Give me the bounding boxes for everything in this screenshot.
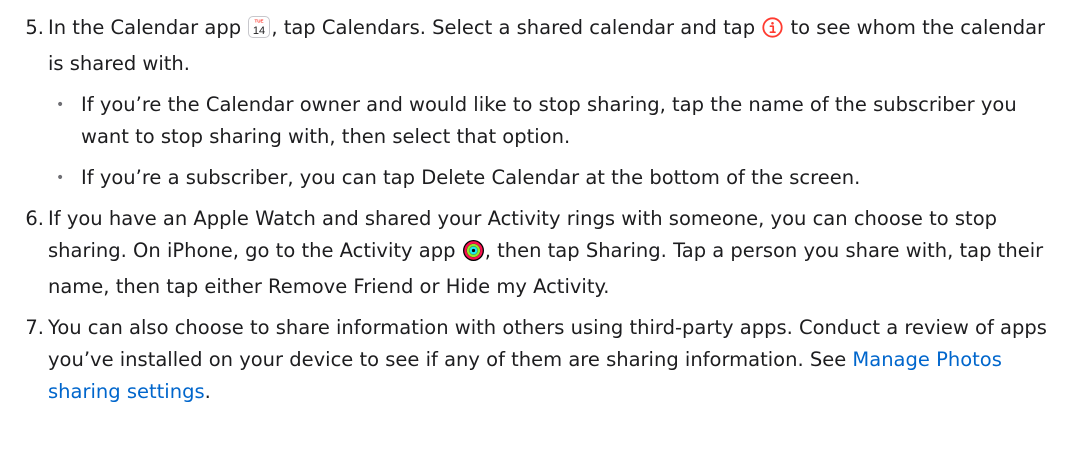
bullet-dot-icon: • bbox=[56, 97, 65, 113]
calendar-icon-day: TUE bbox=[255, 19, 264, 24]
step-number: 6. bbox=[25, 207, 44, 230]
step-5-text-part-2: , tap Calendars. Select a shared calenda… bbox=[271, 16, 756, 39]
activity-app-icon bbox=[462, 239, 484, 271]
step-7-text-part-2: . bbox=[204, 380, 211, 403]
step-text: If you have an Apple Watch and shared yo… bbox=[48, 203, 1048, 303]
calendar-icon-date: 14 bbox=[253, 25, 265, 37]
list-item: • If you’re the Calendar owner and would… bbox=[48, 89, 1048, 153]
instructions-document: 5. In the Calendar app TUE 14 , tap Cale… bbox=[0, 0, 1078, 408]
step-number: 5. bbox=[25, 16, 44, 39]
info-icon bbox=[762, 16, 783, 48]
list-item: • If you’re a subscriber, you can tap De… bbox=[48, 162, 1048, 194]
step-number: 7. bbox=[25, 316, 44, 339]
bullet-text: If you’re a subscriber, you can tap Dele… bbox=[81, 166, 861, 189]
calendar-app-icon: TUE 14 bbox=[248, 16, 271, 48]
bullet-text: If you’re the Calendar owner and would l… bbox=[81, 93, 1017, 148]
step-text: You can also choose to share information… bbox=[48, 312, 1048, 408]
step-5: 5. In the Calendar app TUE 14 , tap Cale… bbox=[14, 12, 1048, 194]
step-6: 6. If you have an Apple Watch and shared… bbox=[14, 203, 1048, 303]
step-7: 7. You can also choose to share informat… bbox=[14, 312, 1048, 408]
step-5-bullets: • If you’re the Calendar owner and would… bbox=[48, 89, 1048, 194]
step-text: In the Calendar app TUE 14 , tap Calenda… bbox=[48, 12, 1048, 80]
bullet-dot-icon: • bbox=[56, 170, 65, 186]
step-5-text-part-1: In the Calendar app bbox=[48, 16, 242, 39]
